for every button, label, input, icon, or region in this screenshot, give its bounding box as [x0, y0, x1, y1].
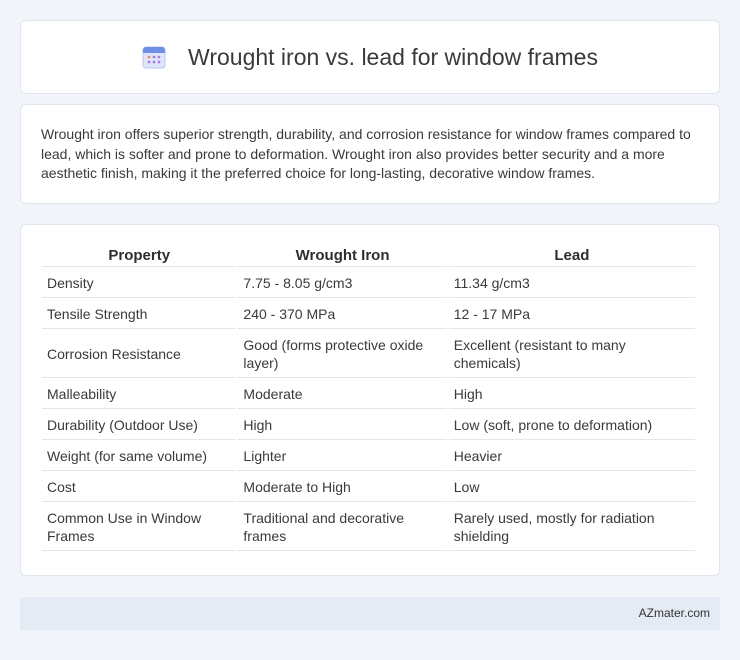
cell-wrought-iron: Good (forms protective oxide layer)	[238, 331, 447, 378]
table-row: Cost Moderate to High Low	[42, 473, 695, 502]
cell-wrought-iron: 7.75 - 8.05 g/cm3	[238, 269, 447, 298]
table-row: Common Use in Window Frames Traditional …	[42, 504, 695, 551]
title-wrap: Wrought iron vs. lead for window frames	[142, 44, 598, 71]
cell-lead: Excellent (resistant to many chemicals)	[448, 331, 695, 378]
cell-wrought-iron: Lighter	[238, 442, 447, 471]
cell-property: Tensile Strength	[42, 300, 237, 329]
cell-lead: High	[448, 380, 695, 409]
cell-lead: Low (soft, prone to deformation)	[448, 411, 695, 440]
table-row: Durability (Outdoor Use) High Low (soft,…	[42, 411, 695, 440]
comparison-table: Property Wrought Iron Lead Density 7.75 …	[40, 243, 697, 553]
page-title: Wrought iron vs. lead for window frames	[188, 43, 598, 70]
cell-wrought-iron: High	[238, 411, 447, 440]
cell-property: Weight (for same volume)	[42, 442, 237, 471]
footer-bar: AZmater.com	[20, 597, 720, 630]
cell-lead: Rarely used, mostly for radiation shield…	[448, 504, 695, 551]
table-row: Corrosion Resistance Good (forms protect…	[42, 331, 695, 378]
cell-lead: 11.34 g/cm3	[448, 269, 695, 298]
summary-card: Wrought iron offers superior strength, d…	[20, 104, 720, 204]
calendar-icon	[142, 45, 166, 69]
cell-wrought-iron: Moderate	[238, 380, 447, 409]
table-header-row: Property Wrought Iron Lead	[42, 245, 695, 267]
table-row: Weight (for same volume) Lighter Heavier	[42, 442, 695, 471]
cell-wrought-iron: 240 - 370 MPa	[238, 300, 447, 329]
cell-property: Malleability	[42, 380, 237, 409]
cell-property: Density	[42, 269, 237, 298]
table-card: Property Wrought Iron Lead Density 7.75 …	[20, 224, 720, 576]
cell-wrought-iron: Moderate to High	[238, 473, 447, 502]
table-row: Tensile Strength 240 - 370 MPa 12 - 17 M…	[42, 300, 695, 329]
header-lead: Lead	[448, 245, 695, 267]
cell-lead: Heavier	[448, 442, 695, 471]
cell-lead: Low	[448, 473, 695, 502]
summary-text: Wrought iron offers superior strength, d…	[41, 126, 691, 181]
cell-property: Common Use in Window Frames	[42, 504, 237, 551]
header-wrought-iron: Wrought Iron	[238, 245, 447, 267]
table-row: Malleability Moderate High	[42, 380, 695, 409]
cell-lead: 12 - 17 MPa	[448, 300, 695, 329]
footer-brand: AZmater.com	[638, 606, 710, 620]
table-row: Density 7.75 - 8.05 g/cm3 11.34 g/cm3	[42, 269, 695, 298]
header-property: Property	[42, 245, 237, 267]
cell-property: Cost	[42, 473, 237, 502]
cell-property: Corrosion Resistance	[42, 331, 237, 378]
cell-property: Durability (Outdoor Use)	[42, 411, 237, 440]
cell-wrought-iron: Traditional and decorative frames	[238, 504, 447, 551]
title-card: Wrought iron vs. lead for window frames	[20, 20, 720, 94]
